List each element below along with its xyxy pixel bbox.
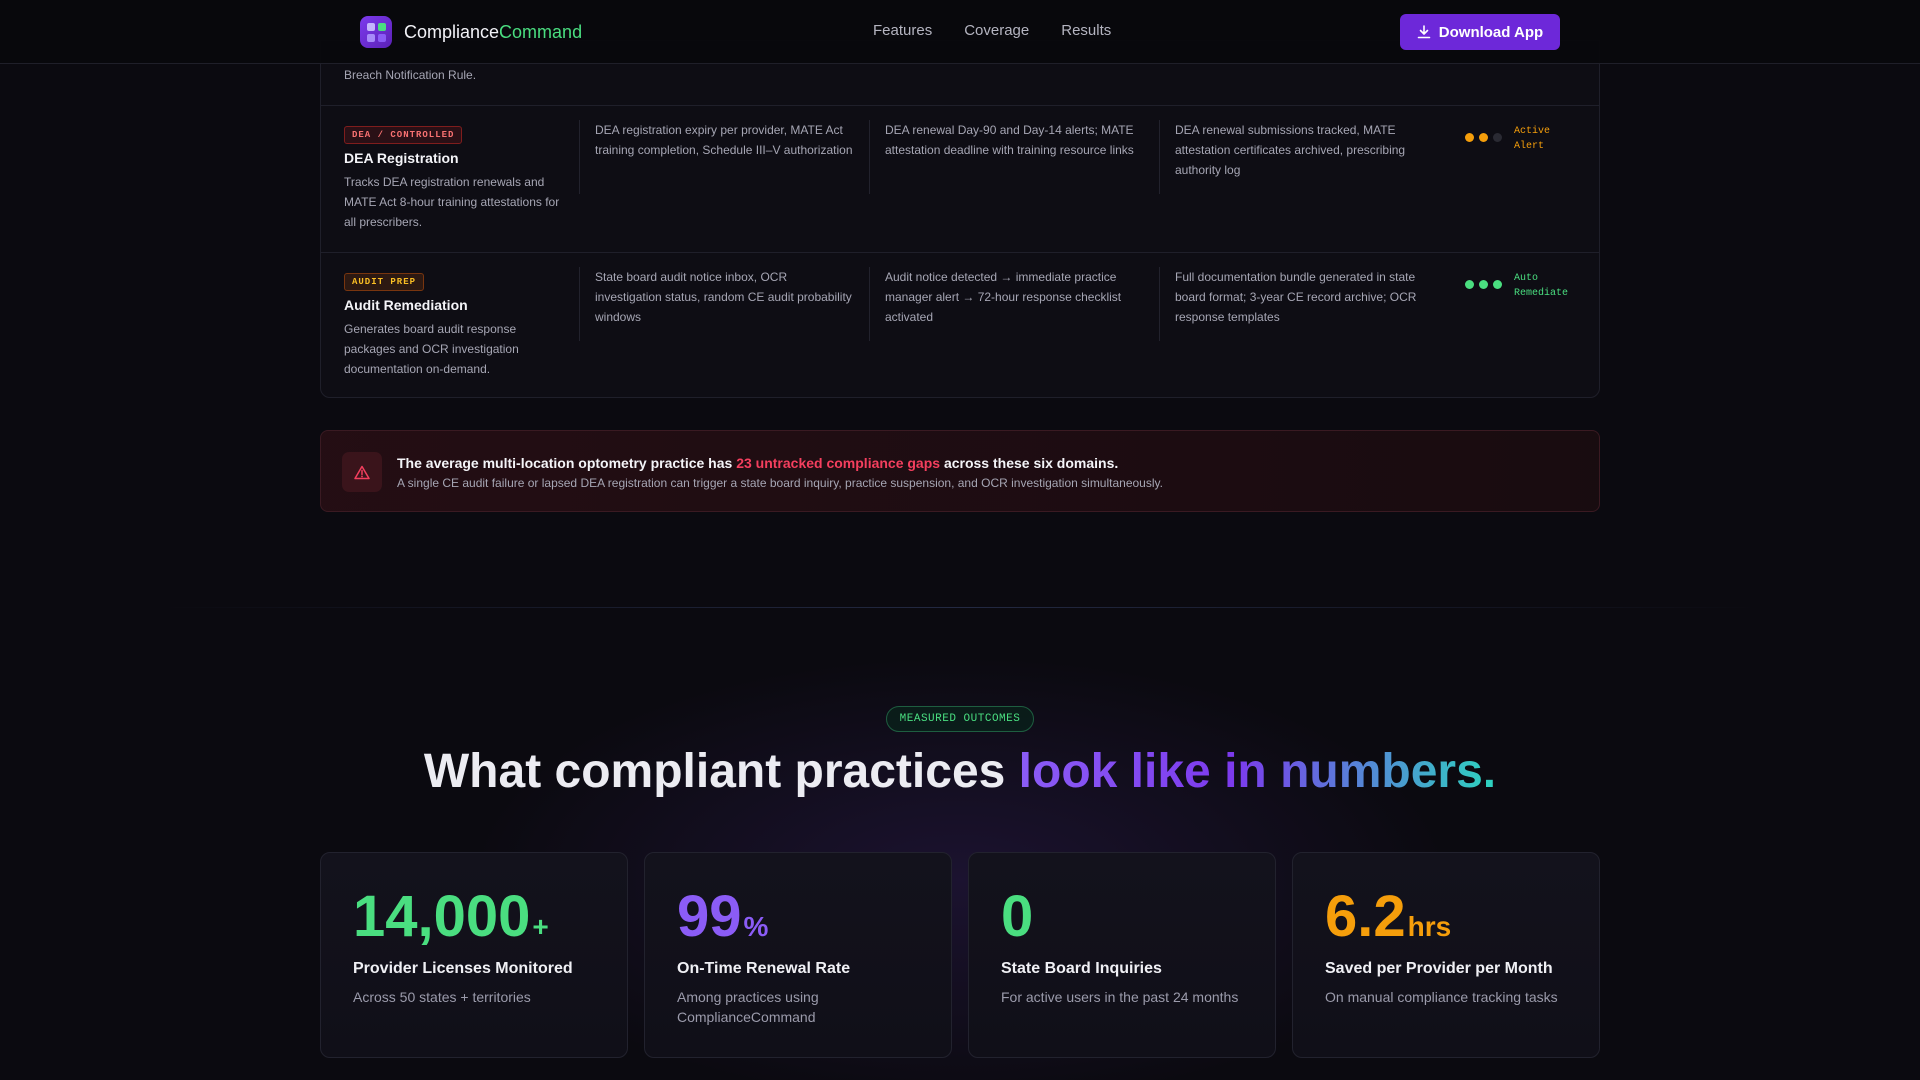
stat-subtext: Across 50 states + territories [353,989,531,1005]
nav-link-results[interactable]: Results [1061,22,1111,39]
compliance-gap-alert: The average multi-location optometry pra… [320,430,1600,512]
monitored-cell: DEA registration expiry per provider, MA… [579,120,857,194]
stat-value: 0 [1001,884,1034,949]
row-title: DEA Registration [344,150,459,166]
brand-logo[interactable]: ComplianceCommand [360,16,582,48]
row-description: Tracks DEA registration renewals and MAT… [344,175,560,229]
alert-headline: The average multi-location optometry pra… [397,455,1119,471]
stat-label: On-Time Renewal Rate [677,960,851,977]
stat-subtext: For active users in the past 24 months [1001,989,1239,1005]
stat-card: 6.2hrs Saved per Provider per Month On m… [1292,852,1600,1058]
category-badge: DEA / CONTROLLED [344,126,463,144]
stat-subtext: Among practices using ComplianceCommand [677,989,819,1025]
status-dots [1465,280,1502,289]
brand-logo-icon [360,16,392,48]
stat-label: State Board Inquiries [1001,960,1162,977]
top-navbar: ComplianceCommand Features Coverage Resu… [0,0,1920,64]
brand-name: ComplianceCommand [404,21,583,42]
download-app-label: Download App [1438,23,1544,41]
section-divider [160,607,1760,608]
status-label: Auto Remediate [1514,273,1569,299]
coverage-table: Breach Notification Rule. DEA / CONTROLL… [320,40,1600,398]
nav-links: Features Coverage Results [873,22,1111,39]
category-badge: AUDIT PREP [344,273,425,291]
monitored-cell: State board audit notice inbox, OCR inve… [579,267,857,341]
table-row: AUDIT PREP Audit Remediation Generates b… [321,253,1599,399]
status-indicator: Active Alert [1465,124,1550,154]
alert-highlight: 23 untracked compliance gaps [736,455,941,471]
status-indicator: Auto Remediate [1465,271,1568,301]
nav-link-coverage[interactable]: Coverage [964,22,1029,39]
table-row: DEA / CONTROLLED DEA Registration Tracks… [321,106,1599,252]
stat-value: 99% [677,884,769,949]
row-description: Generates board audit response packages … [344,322,519,376]
section-pill: MEASURED OUTCOMES [886,706,1034,732]
nav-link-features[interactable]: Features [873,22,932,39]
documentation-cell: Full documentation bundle generated in s… [1159,267,1439,341]
alerts-cell: DEA renewal Day-90 and Day-14 alerts; MA… [869,120,1147,194]
row-title: Audit Remediation [344,297,468,313]
alert-subtext: A single CE audit failure or lapsed DEA … [397,476,1163,490]
stat-card: 99% On-Time Renewal Rate Among practices… [644,852,952,1058]
stat-value: 6.2hrs [1325,884,1452,949]
download-app-button[interactable]: Download App [1400,14,1560,50]
section-headline: What compliant practices look like in nu… [423,745,1497,798]
alerts-cell: Audit notice detected → immediate practi… [869,267,1147,341]
previous-row-tail-text: Breach Notification Rule. [344,68,477,82]
download-icon [1417,25,1431,39]
documentation-cell: DEA renewal submissions tracked, MATE at… [1159,120,1439,194]
background-glow [0,560,1920,1080]
status-label: Active Alert [1514,126,1551,152]
stat-subtext: On manual compliance tracking tasks [1325,989,1558,1005]
warning-icon [342,452,382,492]
stat-label: Saved per Provider per Month [1325,960,1553,977]
stat-card: 0 State Board Inquiries For active users… [968,852,1276,1058]
stat-value: 14,000+ [353,884,549,949]
status-dots [1465,133,1502,142]
stat-label: Provider Licenses Monitored [353,960,573,977]
stat-card: 14,000+ Provider Licenses Monitored Acro… [320,852,628,1058]
